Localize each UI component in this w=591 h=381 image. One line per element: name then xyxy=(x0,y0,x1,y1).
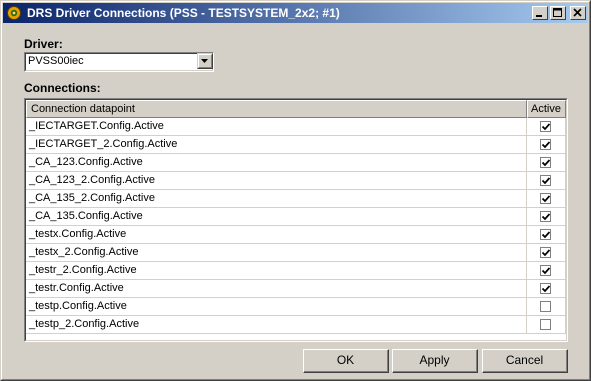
active-checkbox[interactable] xyxy=(540,175,551,186)
window-title: DRS Driver Connections (PSS - TESTSYSTEM… xyxy=(27,6,340,20)
active-cell xyxy=(527,190,566,208)
minimize-icon xyxy=(536,15,542,17)
driver-select[interactable]: PVSS00iec xyxy=(24,52,214,72)
driver-select-value: PVSS00iec xyxy=(28,55,84,67)
connections-table[interactable]: Connection datapoint Active _IECTARGET.C… xyxy=(24,98,568,342)
close-icon xyxy=(573,8,582,17)
column-header-datapoint[interactable]: Connection datapoint xyxy=(26,100,527,118)
active-cell xyxy=(527,244,566,262)
checkmark-icon xyxy=(542,123,550,131)
gear-app-icon xyxy=(7,6,21,20)
active-checkbox[interactable] xyxy=(540,301,551,312)
table-row[interactable]: _testp.Config.Active xyxy=(26,298,566,316)
connection-datapoint-cell: _testx_2.Config.Active xyxy=(26,244,527,262)
checkmark-icon xyxy=(542,195,550,203)
checkmark-icon xyxy=(542,141,550,149)
connection-datapoint-cell: _CA_135.Config.Active xyxy=(26,208,527,226)
active-cell xyxy=(527,298,566,316)
active-checkbox[interactable] xyxy=(540,193,551,204)
checkmark-icon xyxy=(542,267,550,275)
active-checkbox[interactable] xyxy=(540,229,551,240)
active-cell xyxy=(527,154,566,172)
table-row[interactable]: _testr_2.Config.Active xyxy=(26,262,566,280)
driver-dropdown-button[interactable] xyxy=(197,53,213,69)
cancel-button-label: Cancel xyxy=(483,350,567,372)
connection-datapoint-cell: _testp_2.Config.Active xyxy=(26,316,527,334)
ok-button[interactable]: OK xyxy=(303,349,389,373)
active-cell xyxy=(527,136,566,154)
connection-datapoint-cell: _testr_2.Config.Active xyxy=(26,262,527,280)
active-cell xyxy=(527,208,566,226)
maximize-icon xyxy=(553,8,562,17)
dialog-window: DRS Driver Connections (PSS - TESTSYSTEM… xyxy=(0,0,591,381)
checkmark-icon xyxy=(542,213,550,221)
checkmark-icon xyxy=(542,249,550,257)
connection-datapoint-cell: _CA_135_2.Config.Active xyxy=(26,190,527,208)
connection-datapoint-cell: _testp.Config.Active xyxy=(26,298,527,316)
active-checkbox[interactable] xyxy=(540,121,551,132)
table-row[interactable]: _IECTARGET.Config.Active xyxy=(26,118,566,136)
active-cell xyxy=(527,316,566,334)
connection-datapoint-cell: _CA_123.Config.Active xyxy=(26,154,527,172)
table-row[interactable]: _CA_135.Config.Active xyxy=(26,208,566,226)
title-bar[interactable]: DRS Driver Connections (PSS - TESTSYSTEM… xyxy=(3,3,588,23)
connection-datapoint-cell: _IECTARGET.Config.Active xyxy=(26,118,527,136)
checkmark-icon xyxy=(542,177,550,185)
connections-label: Connections: xyxy=(24,81,101,95)
table-row[interactable]: _CA_135_2.Config.Active xyxy=(26,190,566,208)
table-row[interactable]: _CA_123_2.Config.Active xyxy=(26,172,566,190)
minimize-button[interactable] xyxy=(532,6,548,20)
table-header: Connection datapoint Active xyxy=(26,100,566,118)
checkmark-icon xyxy=(542,285,550,293)
ok-button-label: OK xyxy=(304,350,388,372)
driver-label: Driver: xyxy=(24,37,63,51)
close-button[interactable] xyxy=(570,6,586,20)
table-row[interactable]: _testx.Config.Active xyxy=(26,226,566,244)
apply-button[interactable]: Apply xyxy=(392,349,478,373)
active-cell xyxy=(527,172,566,190)
connection-datapoint-cell: _IECTARGET_2.Config.Active xyxy=(26,136,527,154)
cancel-button[interactable]: Cancel xyxy=(482,349,568,373)
active-cell xyxy=(527,262,566,280)
active-checkbox[interactable] xyxy=(540,283,551,294)
active-cell xyxy=(527,226,566,244)
checkmark-icon xyxy=(542,159,550,167)
table-row[interactable]: _testr.Config.Active xyxy=(26,280,566,298)
apply-button-label: Apply xyxy=(393,350,477,372)
table-row[interactable]: _CA_123.Config.Active xyxy=(26,154,566,172)
table-rows: _IECTARGET.Config.Active _IECTARGET_2.Con… xyxy=(26,118,566,334)
active-cell xyxy=(527,118,566,136)
active-checkbox[interactable] xyxy=(540,211,551,222)
connections-table-body: Connection datapoint Active _IECTARGET.C… xyxy=(25,99,567,341)
checkmark-icon xyxy=(542,231,550,239)
maximize-button[interactable] xyxy=(550,6,566,20)
window-controls xyxy=(530,6,586,20)
active-checkbox[interactable] xyxy=(540,139,551,150)
connection-datapoint-cell: _testr.Config.Active xyxy=(26,280,527,298)
active-checkbox[interactable] xyxy=(540,319,551,330)
column-header-active[interactable]: Active xyxy=(527,100,566,118)
table-row[interactable]: _IECTARGET_2.Config.Active xyxy=(26,136,566,154)
chevron-down-icon xyxy=(201,59,208,63)
table-row[interactable]: _testx_2.Config.Active xyxy=(26,244,566,262)
active-checkbox[interactable] xyxy=(540,265,551,276)
table-row[interactable]: _testp_2.Config.Active xyxy=(26,316,566,334)
connection-datapoint-cell: _testx.Config.Active xyxy=(26,226,527,244)
active-checkbox[interactable] xyxy=(540,157,551,168)
active-cell xyxy=(527,280,566,298)
connection-datapoint-cell: _CA_123_2.Config.Active xyxy=(26,172,527,190)
active-checkbox[interactable] xyxy=(540,247,551,258)
